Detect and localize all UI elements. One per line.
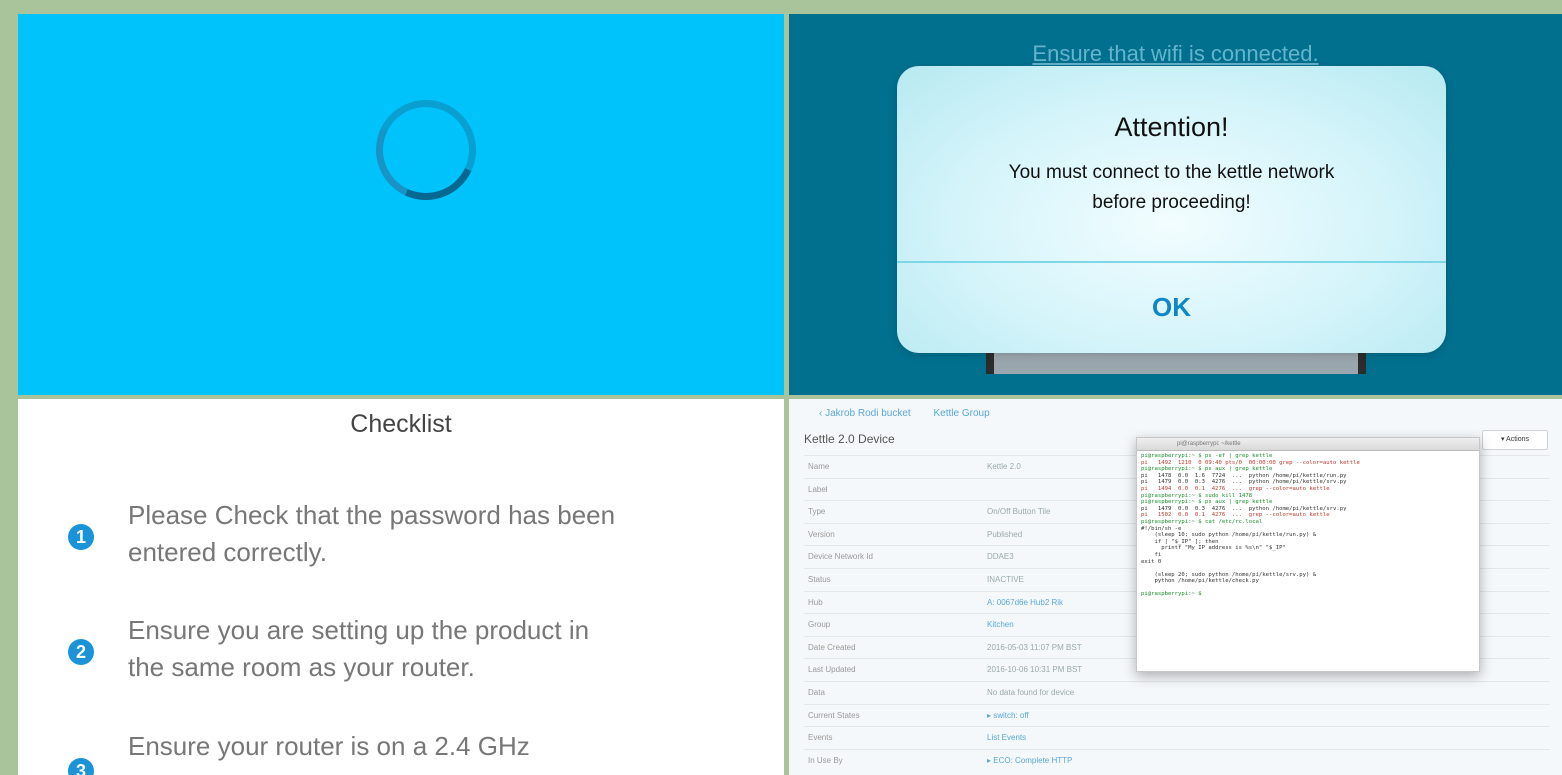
terminal-line: #!/bin/sh -e [1141, 525, 1182, 532]
property-key: Status [808, 574, 831, 584]
terminal-line: (sleep 20; sudo python /home/pi/kettle/s… [1141, 571, 1317, 578]
property-key: Date Created [808, 642, 856, 652]
loading-panel [18, 14, 784, 395]
terminal-line: pi 1502 0.0 0.1 4276 ... grep --color=au… [1141, 512, 1330, 519]
property-key: Last Updated [808, 665, 856, 675]
property-row: Data No data found for device [804, 680, 1550, 704]
terminal-line: pi@raspberrypi:~ $ ps -ef | grep kettle [1141, 453, 1273, 459]
device-admin-panel: ‹ Jakrob Rodi bucket Kettle Group Kettle… [789, 399, 1562, 775]
property-key: Data [808, 687, 825, 697]
checklist-line: Ensure you are setting up the product in [128, 615, 590, 645]
checklist-panel: Checklist 1 Please Check that the passwo… [18, 399, 784, 775]
terminal-line: pi@raspberrypi:~ $ ps aux | grep kettle [1141, 466, 1273, 473]
attention-dialog: Attention! You must connect to the kettl… [897, 66, 1446, 353]
dialog-title: Attention! [1114, 112, 1229, 142]
property-key: Events [808, 733, 833, 743]
ok-button[interactable]: OK [1146, 291, 1197, 324]
dialog-message-line: before proceeding! [1092, 192, 1251, 213]
terminal-line: python /home/pi/kettle/check.py [1141, 578, 1259, 585]
property-row: Events List Events [804, 726, 1550, 749]
breadcrumb-link[interactable]: ‹ Jakrob Rodi bucket [819, 408, 911, 419]
property-value: Kettle 2.0 [987, 462, 1021, 471]
terminal-line: pi 1479 0.0 0.3 4276 ... python /home/pi… [1141, 505, 1347, 512]
terminal-title-bar: pi@raspberrypi: ~/kettle [1137, 438, 1479, 451]
property-key: Version [808, 529, 835, 539]
property-key: In Use By [808, 755, 843, 765]
terminal-line: printf "My IP address is %s\n" "$_IP" [1141, 545, 1286, 552]
property-key: Group [808, 620, 831, 630]
property-value: INACTIVE [987, 574, 1024, 584]
wifi-heading: Ensure that wifi is connected. [1032, 41, 1319, 66]
terminal-line: pi@raspberrypi:~ $ ps aux | grep kettle [1141, 499, 1273, 506]
terminal-line: pi@raspberrypi:~ $ cat /etc/rc.local [1141, 518, 1263, 525]
terminal-line: pi 1479 0.0 0.3 4276 ... python /home/pi… [1141, 479, 1347, 486]
dialog-divider [897, 261, 1446, 263]
terminal-line: if [ "$_IP" ]; then [1141, 538, 1219, 545]
checklist-item-text: Ensure your router is on a 2.4 GHz [128, 728, 530, 765]
checklist-title: Checklist [350, 410, 452, 438]
property-key: Current States [808, 710, 860, 720]
property-value[interactable]: ▸ ECO: Complete HTTP [987, 756, 1072, 765]
alert-panel: Ensure that wifi is connected. Attention… [789, 14, 1562, 395]
property-value: 2016-05-03 11:07 PM BST [987, 642, 1082, 652]
breadcrumb: ‹ Jakrob Rodi bucket Kettle Group [819, 408, 1010, 419]
checklist-item-text: Ensure you are setting up the product in… [128, 612, 589, 686]
property-value[interactable]: List Events [987, 733, 1026, 742]
step-number-badge: 2 [68, 639, 94, 665]
actions-button[interactable]: ▾ Actions [1482, 430, 1548, 450]
property-key: Name [808, 462, 830, 471]
terminal-line: pi 1478 0.0 1.6 7724 ... python /home/pi… [1141, 472, 1347, 479]
property-row: Current States ▸ switch: off [804, 703, 1550, 727]
checklist-line: Ensure your router is on a 2.4 GHz [128, 731, 530, 761]
property-value[interactable]: Kitchen [987, 620, 1014, 629]
property-value[interactable]: A: 0067d6e Hub2 Rik [987, 598, 1063, 607]
step-number-badge: 1 [68, 524, 94, 550]
property-key: Label [808, 484, 828, 494]
step-number-badge: 3 [68, 758, 94, 775]
terminal-line: pi@raspberrypi:~ $ sudo kill 1478 [1141, 492, 1253, 499]
terminal-line: exit 0 [1141, 558, 1162, 565]
property-value[interactable]: ▸ switch: off [987, 711, 1029, 720]
checklist-line: the same room as your router. [128, 652, 475, 682]
checklist-line: Please Check that the password has been [128, 500, 616, 530]
checklist-line: entered correctly. [128, 537, 327, 567]
terminal-line: (sleep 10; sudo python /home/pi/kettle/r… [1141, 532, 1317, 539]
property-value: DDAE3 [987, 552, 1014, 562]
property-row: In Use By ▸ ECO: Complete HTTP [804, 748, 1550, 772]
property-key: Device Network Id [808, 552, 873, 562]
property-value: No data found for device [987, 687, 1075, 697]
terminal-line: fi [1141, 551, 1162, 558]
property-value: On/Off Button Tile [987, 507, 1051, 517]
device-title: Kettle 2.0 Device [804, 432, 895, 446]
loading-spinner-icon [357, 81, 495, 219]
terminal-window: pi@raspberrypi: ~/kettle pi@raspberrypi:… [1136, 437, 1480, 672]
checklist-item-text: Please Check that the password has been … [128, 497, 615, 571]
property-value: Published [987, 529, 1023, 539]
terminal-line: pi@raspberrypi:~ $ [1141, 591, 1205, 598]
breadcrumb-link[interactable]: Kettle Group [934, 408, 990, 419]
terminal-output: pi@raspberrypi:~ $ ps -ef | grep kettle p… [1137, 451, 1479, 600]
property-key: Type [808, 507, 826, 517]
property-key: Hub [808, 597, 823, 607]
dialog-message: You must connect to the kettle network b… [897, 158, 1446, 218]
dialog-message-line: You must connect to the kettle network [1008, 162, 1335, 183]
property-value: 2016-10-06 10:31 PM BST [987, 665, 1083, 675]
terminal-line: pi 1492 1210 0 09:40 pts/0 00:00:00 grep… [1141, 459, 1360, 466]
terminal-line: pi 1494 0.0 0.1 4276 ... grep --color=au… [1141, 485, 1330, 492]
